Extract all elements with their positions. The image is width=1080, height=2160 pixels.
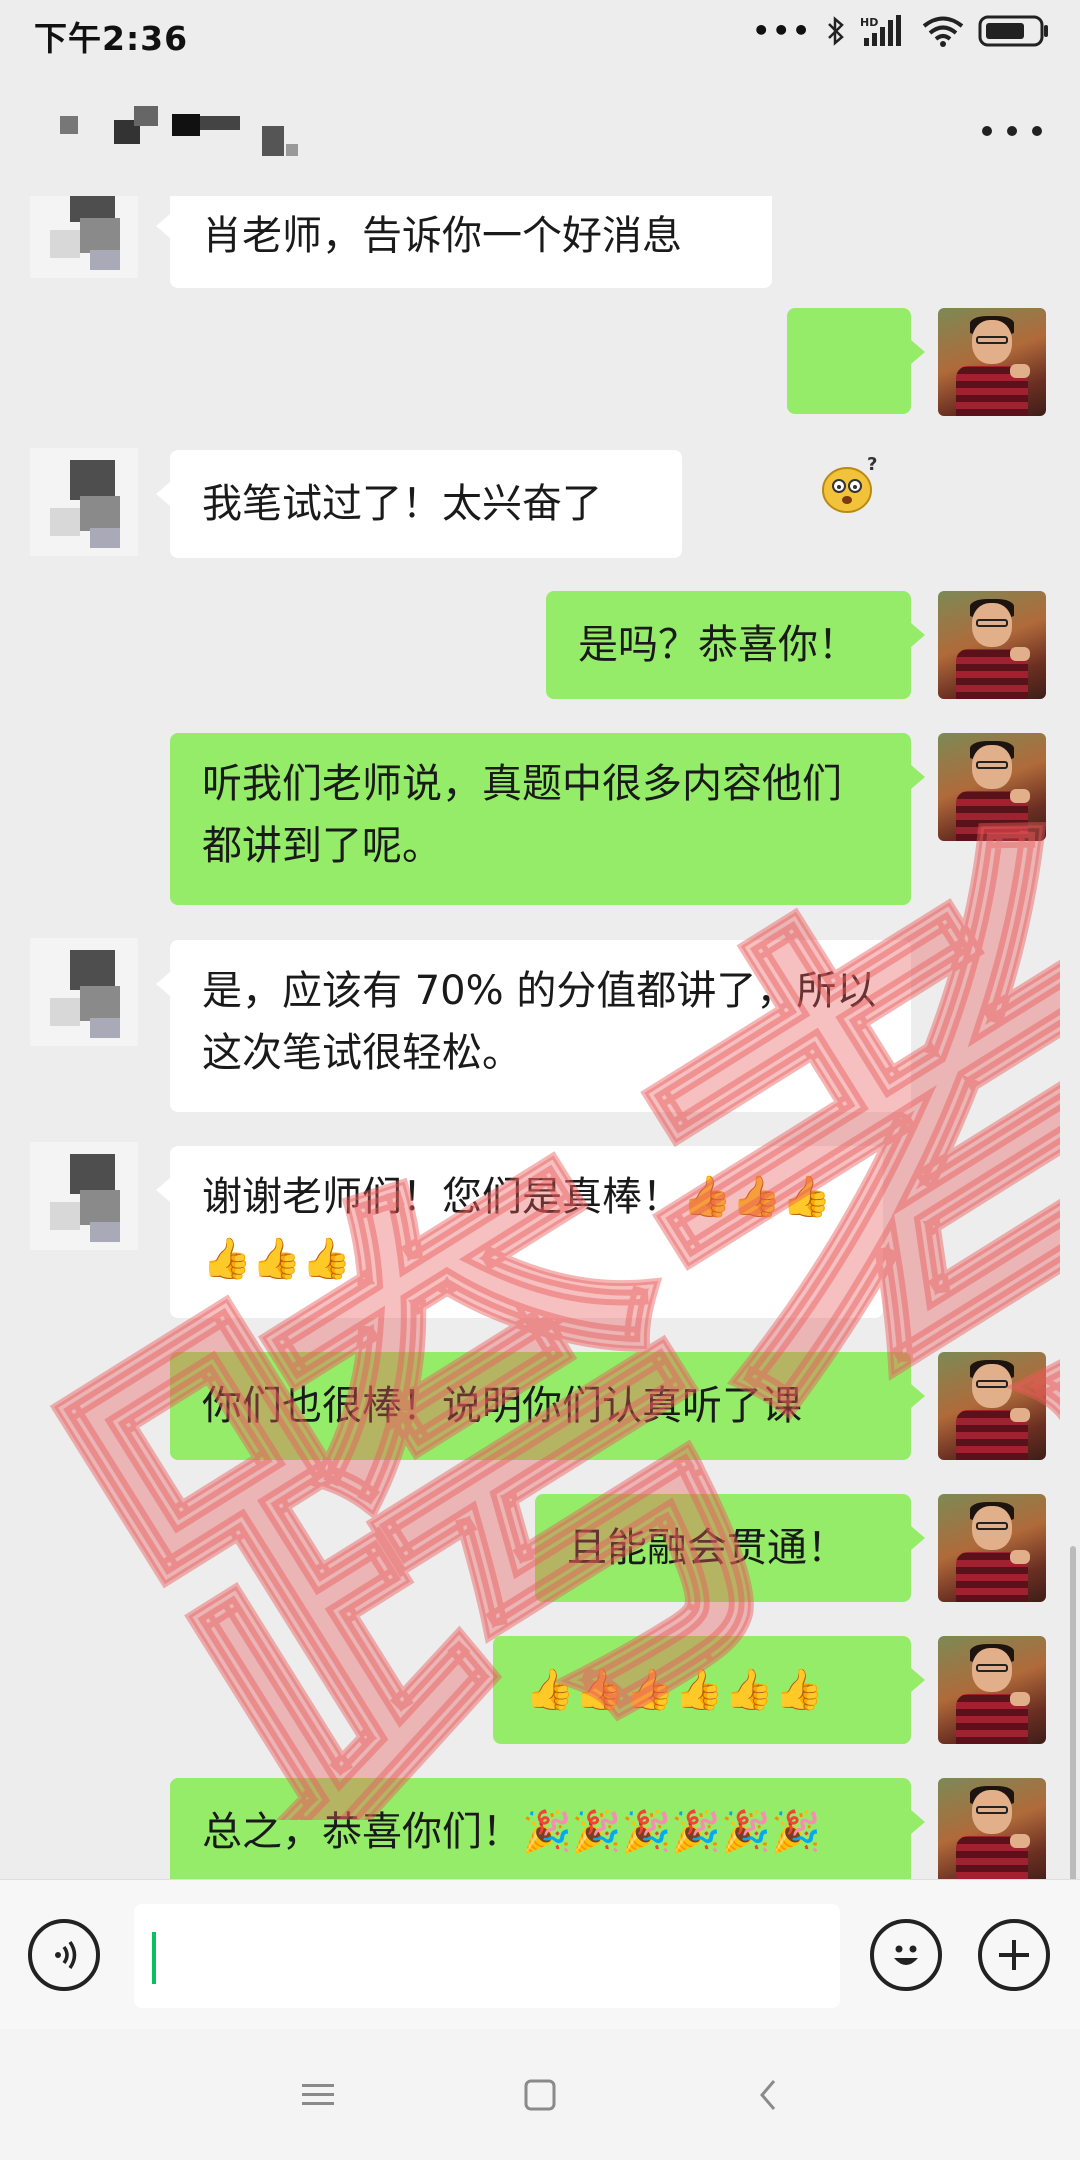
avatar[interactable] (30, 1142, 138, 1250)
avatar[interactable] (938, 591, 1046, 699)
avatar[interactable] (938, 1494, 1046, 1602)
status-icons: ••• HD (752, 14, 1050, 48)
message-bubble[interactable]: 且能融会贯通！ (535, 1494, 925, 1602)
avatar[interactable] (938, 308, 1046, 416)
avatar[interactable] (938, 733, 1046, 841)
bluetooth-icon (828, 16, 844, 46)
message-bubble[interactable]: ? (787, 308, 925, 513)
svg-text:?: ? (867, 454, 877, 475)
avatar[interactable] (938, 1636, 1046, 1744)
message-bubble[interactable]: 肖老师，告诉你一个好消息 (156, 196, 772, 288)
message-bubble[interactable]: 是吗？恭喜你！ (546, 591, 925, 699)
avatar[interactable] (30, 938, 138, 1046)
voice-icon[interactable] (28, 1919, 100, 1991)
hd-signal-icon: HD (860, 15, 901, 46)
avatar[interactable] (30, 196, 138, 278)
menu-icon[interactable] (288, 2065, 348, 2125)
message-bubble[interactable]: 是，应该有 70% 的分值都讲了，所以这次笔试很轻松。 (156, 940, 911, 1112)
chat-header (0, 66, 1080, 196)
confused-face-sticker: ? (822, 454, 877, 513)
more-dots-icon: ••• (752, 14, 812, 47)
hd-label: HD (860, 16, 878, 29)
message-bubble[interactable]: 听我们老师说，真题中很多内容他们都讲到了呢。 (170, 733, 925, 905)
emoji-icon[interactable] (870, 1919, 942, 1991)
message-list[interactable]: 肖老师，告诉你一个好消息 ? 我笔试过了！太兴奋了 是吗？恭喜你！ 听我们老师说… (0, 196, 1080, 1879)
status-bar: 下午2:36 ••• HD (0, 0, 1080, 66)
navigation-bar (0, 2029, 1080, 2160)
more-icon[interactable] (982, 106, 1042, 156)
home-icon[interactable] (510, 2065, 570, 2125)
message-bubble[interactable]: 总之，恭喜你们！🎉🎉🎉🎉🎉🎉 (170, 1778, 925, 1879)
message-bubble[interactable]: 你们也很棒！说明你们认真听了课 (170, 1352, 925, 1460)
wifi-icon (922, 16, 964, 47)
status-time: 下午2:36 (34, 19, 189, 58)
input-bar (0, 1879, 1080, 2030)
text-caret (152, 1932, 156, 1984)
message-bubble[interactable]: 谢谢老师们！您们是真棒！👍👍👍👍👍👍 (156, 1146, 883, 1318)
avatar[interactable] (30, 448, 138, 556)
message-bubble[interactable]: 我笔试过了！太兴奋了 (156, 450, 682, 558)
back-icon[interactable] (738, 2065, 798, 2125)
contact-name (52, 106, 312, 166)
avatar[interactable] (938, 1352, 1046, 1460)
message-bubble[interactable]: 👍👍👍👍👍👍 (493, 1636, 925, 1744)
scrollbar[interactable] (1070, 1546, 1076, 1879)
plus-icon[interactable] (978, 1919, 1050, 1991)
avatar[interactable] (938, 1778, 1046, 1879)
battery-icon (978, 15, 1048, 47)
message-input[interactable] (134, 1904, 840, 2008)
